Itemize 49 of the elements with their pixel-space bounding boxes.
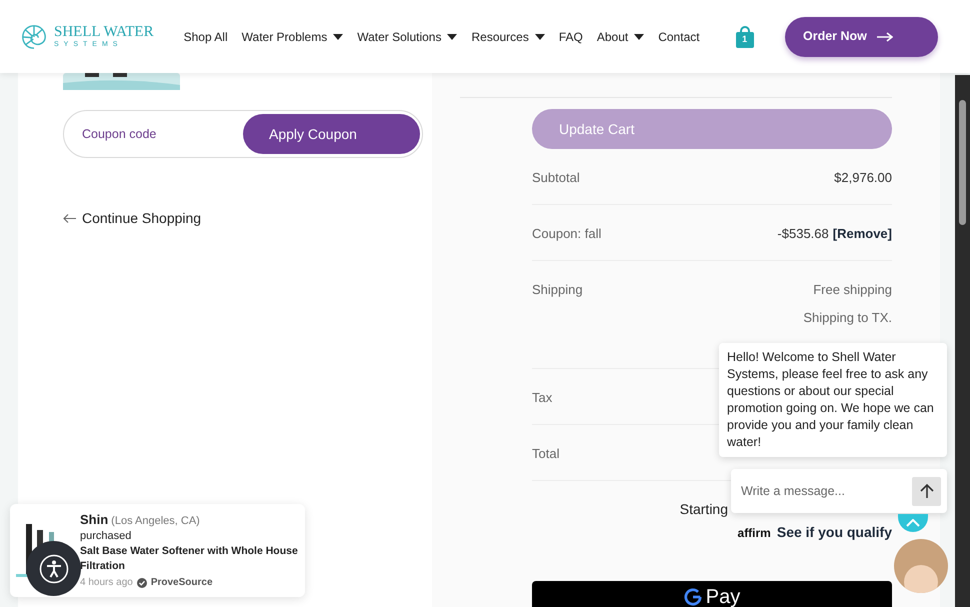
nav-link[interactable]: Contact [658, 28, 700, 46]
remove-coupon-link[interactable]: [Remove] [832, 224, 892, 244]
nav-link[interactable]: FAQ [558, 28, 583, 46]
shipping-info: Free shipping [813, 281, 892, 299]
coupon-code-input[interactable]: Coupon code [82, 124, 243, 144]
logo-name: SHELL WATER [54, 25, 154, 40]
message-input[interactable]: Write a message... [741, 482, 912, 500]
google-pay-button[interactable]: Pay [532, 581, 892, 607]
message-field[interactable]: Write a message... [731, 469, 947, 513]
summary-value: $2,976.00 [834, 169, 892, 187]
nav-link[interactable]: Shop All [184, 28, 228, 46]
purchase-time: 4 hours ago [80, 576, 133, 590]
google-logo-icon [684, 588, 702, 606]
chevron-up-icon [906, 519, 920, 527]
affirm-text: Starting [680, 500, 728, 519]
chat-message: Hello! Welcome to Shell Water Systems, please feel free to ask any questions or about our special promotion going on. We hope we can provide you and your family clean water! [719, 343, 947, 457]
summary-value: -$535.68 [777, 225, 829, 243]
source-name: ProveSource [150, 576, 213, 590]
customer-location: (Los Angeles, CA) [111, 514, 200, 529]
summary-label: Shipping [532, 281, 583, 299]
apply-coupon-button[interactable]: Apply Coupon [243, 114, 420, 154]
affirm-qualify-link[interactable]: See if you qualify [776, 522, 892, 543]
affirm-logo: affirm [738, 524, 771, 542]
nav-link[interactable]: Water Solutions [357, 28, 458, 46]
caret-icon [333, 34, 344, 40]
caret-icon [634, 34, 644, 40]
continue-shopping-link[interactable]: Continue Shopping [63, 208, 424, 229]
customer-name: Shin [80, 512, 108, 527]
order-now-button[interactable]: Order Now [785, 16, 938, 56]
summary-label: Coupon: fall [532, 225, 602, 243]
nav-link[interactable]: About [596, 28, 644, 46]
send-button[interactable] [912, 476, 941, 506]
arrow-up-icon [920, 483, 934, 499]
nav-link[interactable]: Resources [471, 28, 545, 46]
summary-label: Subtotal [532, 169, 580, 187]
summary-label: Total [532, 445, 560, 463]
nav-link[interactable]: Water Problems [242, 28, 344, 46]
product-name: Salt Base Water Softener with Whole House Filtration [80, 544, 299, 574]
accessibility-icon [38, 554, 68, 584]
purchase-action: purchased [80, 529, 132, 544]
summary-label: Tax [532, 389, 552, 407]
arrow-left-icon [63, 214, 76, 223]
arrow-right-icon [876, 32, 893, 42]
cart-count: 1 [742, 32, 748, 46]
verified-check-icon [136, 578, 147, 588]
continue-shopping-text: Continue Shopping [82, 209, 202, 228]
caret-icon [534, 34, 545, 40]
shipping-info: Shipping to TX. [803, 308, 892, 327]
caret-icon [447, 34, 458, 40]
